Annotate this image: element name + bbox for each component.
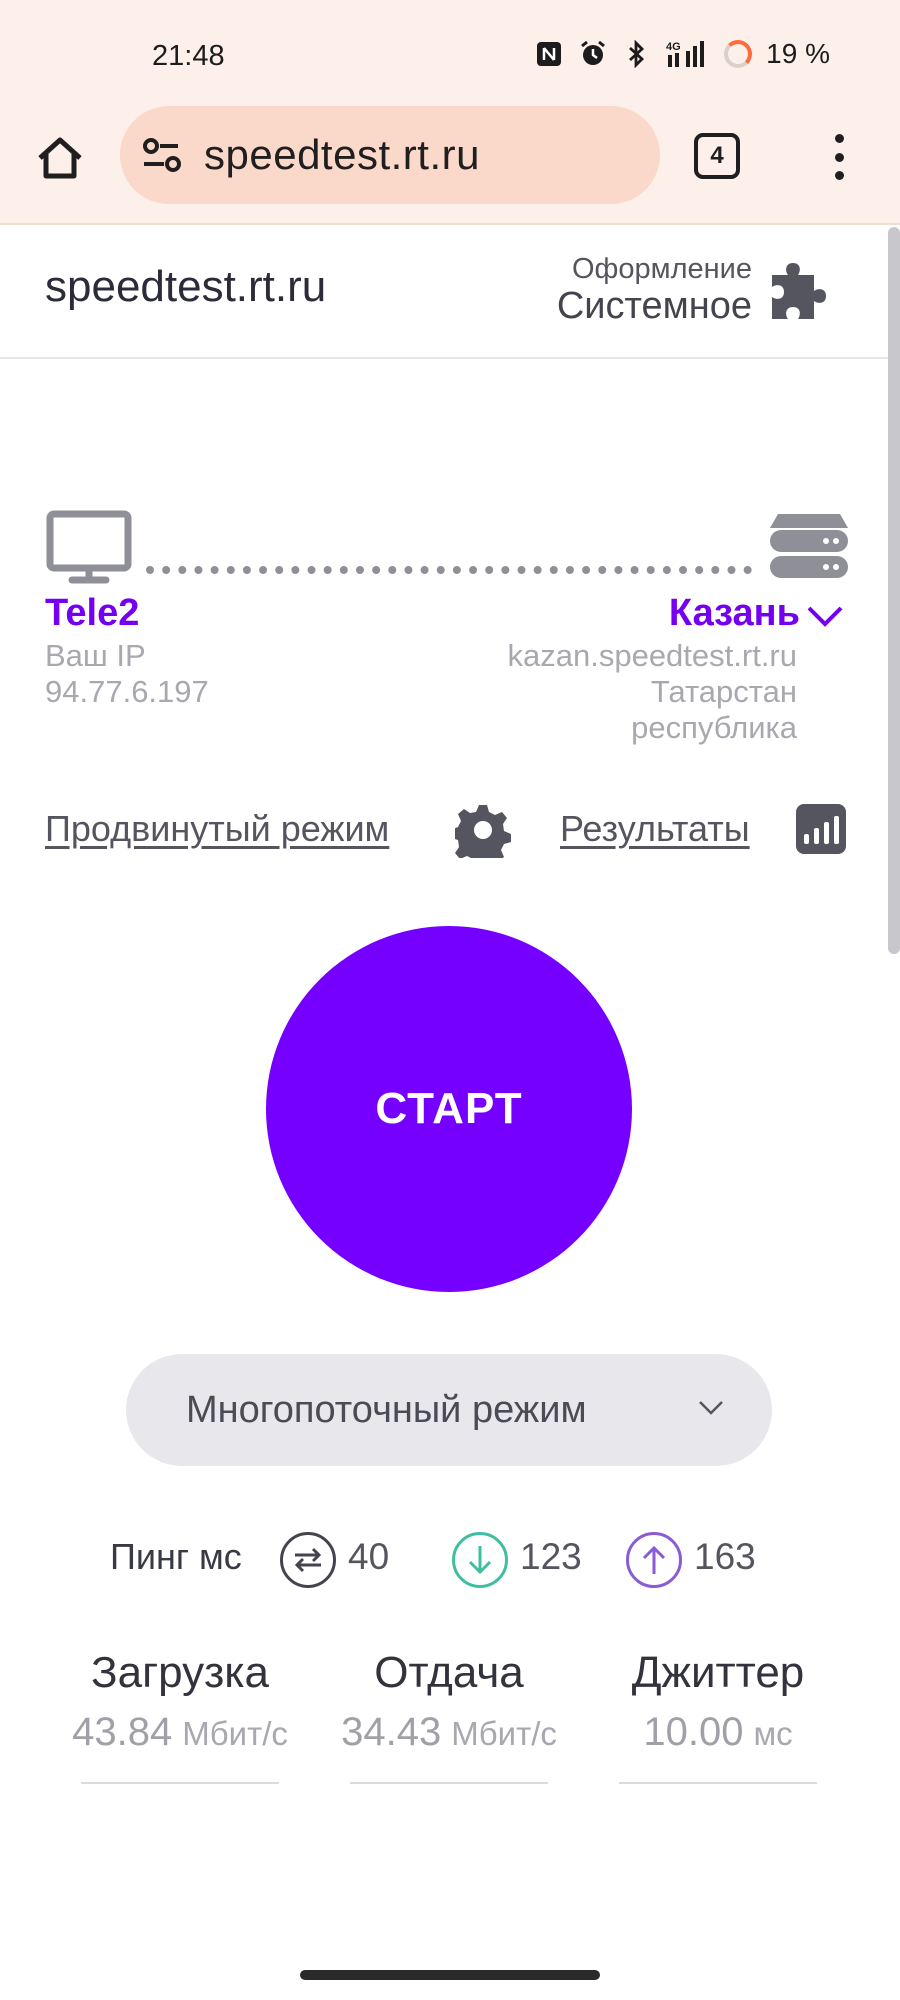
bar-chart-icon[interactable] xyxy=(796,804,846,854)
status-icons: 4G 19 % xyxy=(534,38,830,70)
server-region-line2: республика xyxy=(631,710,797,745)
server-icon xyxy=(770,514,848,578)
mode-select[interactable]: Многопоточный режим xyxy=(126,1354,772,1466)
jitter-title: Джиттер xyxy=(631,1648,805,1697)
download-value: 43.84 xyxy=(72,1710,173,1754)
server-region: Татарстан xyxy=(650,674,797,709)
gesture-navigation-bar[interactable] xyxy=(300,1970,600,1980)
upload-unit: Мбит/с xyxy=(451,1715,557,1752)
ping-download-icon xyxy=(452,1532,508,1588)
advanced-mode-link[interactable]: Продвинутый режим xyxy=(45,808,389,850)
start-button[interactable]: СТАРТ xyxy=(266,926,632,1292)
isp-name: Tele2 xyxy=(45,592,140,634)
ping-download-value: 123 xyxy=(520,1536,582,1577)
server-select[interactable]: Казань xyxy=(669,592,800,635)
site-logo[interactable]: speedtest.rt.ru xyxy=(45,262,326,312)
ping-idle-icon xyxy=(280,1532,336,1588)
status-time: 21:48 xyxy=(152,40,225,72)
server-host: kazan.speedtest.rt.ru xyxy=(507,638,798,673)
bluetooth-icon xyxy=(622,39,652,69)
battery-percent: 19 % xyxy=(766,38,830,69)
download-title: Загрузка xyxy=(91,1648,269,1697)
upload-title: Отдача xyxy=(374,1648,524,1697)
download-unit: Мбит/с xyxy=(182,1715,288,1752)
jitter-underline xyxy=(619,1782,817,1784)
signal-icon: 4G xyxy=(666,39,710,69)
computer-icon xyxy=(46,510,132,584)
jitter-metric: Джиттер 10.00 мс xyxy=(619,1648,817,1755)
alarm-icon xyxy=(578,39,608,69)
download-value-row: 43.84 Мбит/с xyxy=(72,1710,288,1755)
site-header: speedtest.rt.ru Оформление Системное xyxy=(0,227,888,359)
browser-menu-button[interactable] xyxy=(823,134,855,180)
tab-count: 4 xyxy=(710,142,724,169)
home-button[interactable] xyxy=(30,128,90,188)
status-bar: 21:48 4G 19 % xyxy=(0,0,900,110)
nfc-icon xyxy=(534,39,564,69)
download-metric: Загрузка 43.84 Мбит/с xyxy=(72,1648,288,1755)
upload-value: 34.43 xyxy=(341,1710,442,1754)
tab-switcher-button[interactable]: 4 xyxy=(694,133,740,179)
gear-icon[interactable] xyxy=(455,802,511,858)
svg-text:4G: 4G xyxy=(666,41,681,53)
jitter-value-row: 10.00 мс xyxy=(619,1710,817,1755)
address-bar[interactable]: speedtest.rt.ru xyxy=(120,106,660,204)
upload-value-row: 34.43 Мбит/с xyxy=(341,1710,557,1755)
jitter-value: 10.00 xyxy=(643,1710,744,1754)
upload-underline xyxy=(350,1782,548,1784)
download-underline xyxy=(81,1782,279,1784)
home-icon xyxy=(38,137,82,179)
ip-label: Ваш IP xyxy=(45,638,146,673)
battery-ring-icon xyxy=(724,40,753,68)
ping-upload-icon xyxy=(626,1532,682,1588)
ping-upload-value: 163 xyxy=(694,1536,756,1577)
puzzle-icon[interactable] xyxy=(764,249,846,331)
ping-label: Пинг мс xyxy=(110,1536,242,1577)
upload-metric: Отдача 34.43 Мбит/с xyxy=(341,1648,557,1755)
connection-dotted-line xyxy=(146,566,752,574)
results-link[interactable]: Результаты xyxy=(560,808,750,850)
jitter-unit: мс xyxy=(753,1715,793,1752)
theme-value[interactable]: Системное xyxy=(557,285,752,328)
site-settings-icon[interactable] xyxy=(140,133,184,177)
chevron-down-icon[interactable] xyxy=(806,604,844,628)
ip-address: 94.77.6.197 xyxy=(45,674,209,709)
mode-select-value: Многопоточный режим xyxy=(186,1388,587,1431)
chevron-down-icon xyxy=(699,1401,723,1415)
browser-chrome: 21:48 4G 19 % speedtest.rt.ru 4 xyxy=(0,0,900,225)
ping-idle-value: 40 xyxy=(348,1536,390,1577)
url-text: speedtest.rt.ru xyxy=(204,131,480,178)
theme-label: Оформление xyxy=(571,253,752,285)
page-scrollbar[interactable] xyxy=(888,227,900,954)
